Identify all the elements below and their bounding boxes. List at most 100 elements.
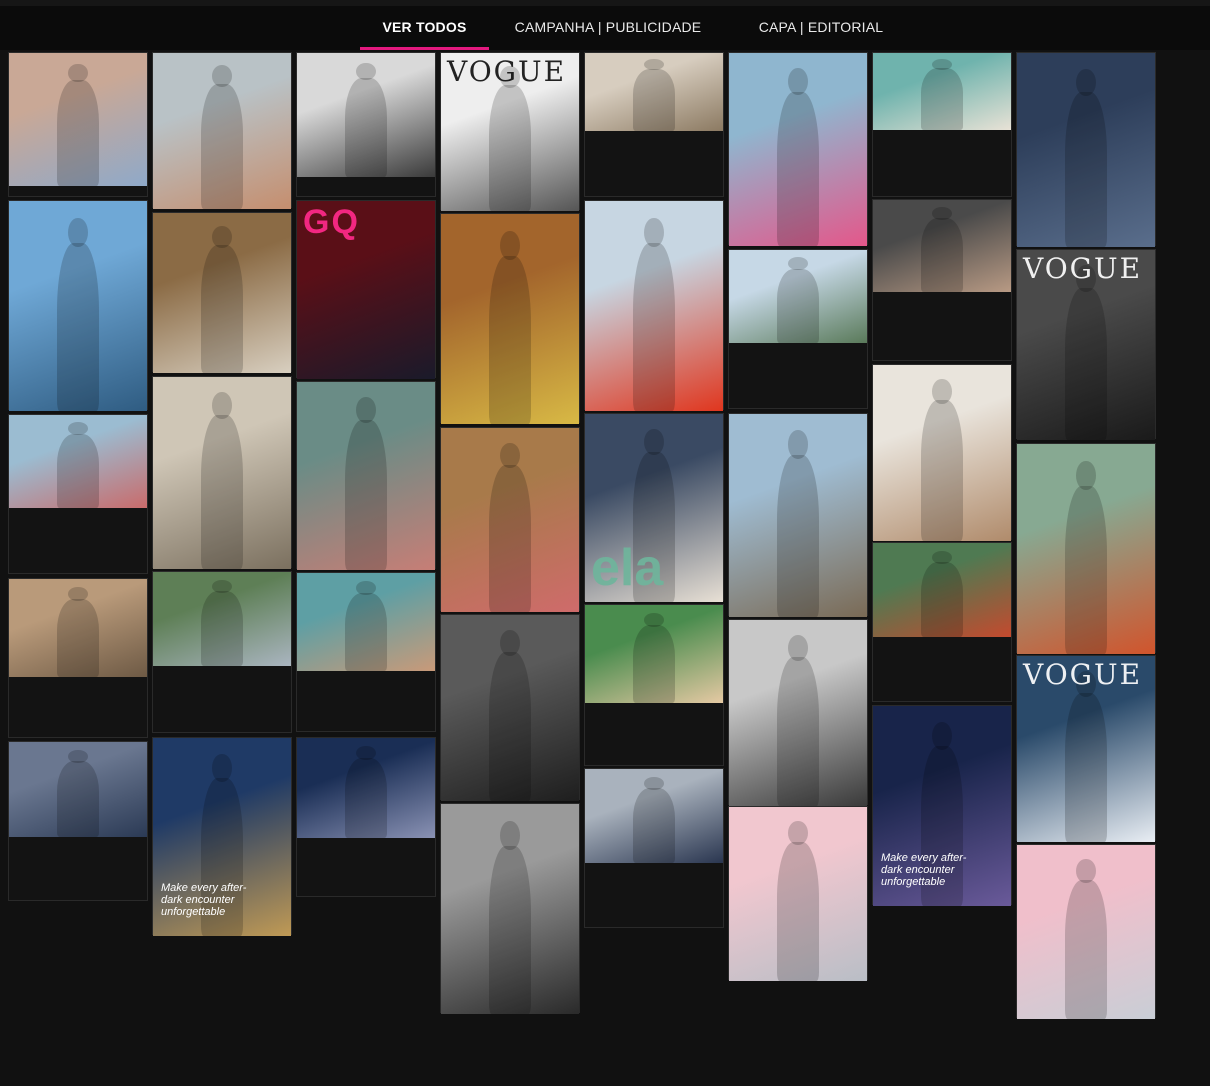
tab-ver-todos[interactable]: VER TODOS bbox=[360, 6, 489, 50]
photo-couple-swimwear-signs bbox=[441, 428, 579, 612]
photo-group-denim-campaign bbox=[9, 742, 147, 837]
portfolio-card[interactable] bbox=[584, 768, 724, 928]
photo-woman-leather-jacket-bw bbox=[441, 615, 579, 801]
model-figure-shape bbox=[633, 624, 675, 703]
photo-man-suit-fragrance-ad: Make every after-dark encounter unforget… bbox=[153, 738, 291, 936]
photo-woman-black-lingerie-lying bbox=[873, 200, 1011, 292]
photo-woman-red-dress-garden bbox=[1017, 444, 1155, 654]
portfolio-card[interactable] bbox=[728, 619, 868, 806]
portfolio-card[interactable] bbox=[296, 52, 436, 197]
portfolio-card[interactable] bbox=[440, 213, 580, 424]
portfolio-card[interactable] bbox=[872, 199, 1012, 361]
portfolio-card[interactable] bbox=[584, 52, 724, 197]
tab-campanha-publicidade[interactable]: CAMPANHA | PUBLICIDADE bbox=[508, 6, 708, 50]
portfolio-card[interactable] bbox=[152, 571, 292, 733]
photo-family-red-fashion bbox=[873, 543, 1011, 637]
model-figure-shape bbox=[57, 243, 99, 411]
model-figure-shape bbox=[201, 245, 243, 373]
model-figure-shape bbox=[777, 841, 819, 981]
portfolio-card[interactable] bbox=[728, 249, 868, 409]
model-figure-shape bbox=[489, 846, 531, 1014]
portfolio-card[interactable] bbox=[728, 413, 868, 617]
model-figure-shape bbox=[201, 84, 243, 209]
portfolio-card[interactable] bbox=[152, 212, 292, 373]
photo-woman-sunglasses-pool bbox=[297, 573, 435, 671]
photo-woman-white-dress-teal bbox=[873, 53, 1011, 130]
photo-woman-pink-bob-silver-jacket bbox=[1017, 845, 1155, 1019]
portfolio-card[interactable] bbox=[728, 52, 868, 246]
portfolio-card[interactable] bbox=[152, 376, 292, 569]
portfolio-card[interactable] bbox=[440, 803, 580, 1014]
portfolio-card[interactable] bbox=[584, 604, 724, 766]
photo-woman-straw-hat-shade bbox=[153, 213, 291, 373]
photo-couple-beach-swimwear bbox=[729, 414, 867, 617]
model-figure-shape bbox=[345, 758, 387, 838]
portfolio-card[interactable] bbox=[8, 741, 148, 901]
model-figure-shape bbox=[921, 218, 963, 292]
magazine-masthead: VOGUE bbox=[447, 55, 567, 88]
ad-tagline: Make every after-dark encounter unforget… bbox=[161, 882, 247, 918]
portfolio-card[interactable] bbox=[296, 737, 436, 897]
portfolio-card[interactable] bbox=[1016, 844, 1156, 1019]
magazine-masthead: ela bbox=[591, 539, 664, 597]
photo-woman-red-hair-handbag bbox=[153, 53, 291, 209]
model-figure-shape bbox=[57, 761, 99, 837]
model-figure-shape bbox=[777, 91, 819, 246]
model-figure-shape bbox=[633, 68, 675, 131]
portfolio-card[interactable]: GQ bbox=[296, 200, 436, 379]
portfolio-card[interactable] bbox=[152, 52, 292, 209]
photo-fragrance-bottle-denim bbox=[1017, 53, 1155, 247]
model-figure-shape bbox=[489, 84, 531, 211]
photo-woman-striped-bikini bbox=[873, 365, 1011, 541]
portfolio-card[interactable] bbox=[8, 414, 148, 574]
portfolio-card[interactable] bbox=[872, 364, 1012, 541]
model-figure-shape bbox=[489, 256, 531, 424]
photo-woman-pink-surfboard bbox=[729, 53, 867, 246]
portfolio-card[interactable] bbox=[440, 614, 580, 801]
photo-woman-yoga-mountains bbox=[729, 250, 867, 343]
photo-man-blue-suit-fragrance-ad: Make every after-dark encounter unforget… bbox=[873, 706, 1011, 906]
photo-woman-yellow-dress-hut bbox=[441, 214, 579, 424]
model-figure-shape bbox=[633, 787, 675, 863]
model-figure-shape bbox=[777, 657, 819, 806]
portfolio-card[interactable] bbox=[8, 52, 148, 197]
tab-ver-todos-label: VER TODOS bbox=[382, 19, 467, 35]
model-figure-shape bbox=[1065, 693, 1107, 842]
portfolio-card[interactable] bbox=[872, 542, 1012, 702]
photo-woman-white-blazer-bw bbox=[729, 620, 867, 806]
photo-man-shirtless-beach bbox=[9, 201, 147, 411]
model-figure-shape bbox=[777, 454, 819, 617]
model-figure-shape bbox=[345, 592, 387, 671]
photo-woman-swimsuit-lounge bbox=[9, 579, 147, 677]
model-figure-shape bbox=[921, 68, 963, 130]
model-figure-shape bbox=[57, 79, 99, 186]
photo-vogue-vozes-do-rio-cover: VOGUE bbox=[1017, 250, 1155, 440]
portfolio-card[interactable] bbox=[584, 200, 724, 411]
photo-couple-denim-stadium bbox=[585, 769, 723, 863]
model-figure-shape bbox=[345, 77, 387, 177]
portfolio-card[interactable]: VOGUE bbox=[1016, 249, 1156, 440]
portfolio-card[interactable]: VOGUE bbox=[1016, 655, 1156, 842]
tab-capa-editorial[interactable]: CAPA | EDITORIAL bbox=[740, 6, 902, 50]
portfolio-card[interactable] bbox=[872, 52, 1012, 197]
model-figure-shape bbox=[201, 590, 243, 666]
portfolio-card[interactable]: Make every after-dark encounter unforget… bbox=[872, 705, 1012, 906]
tab-capa-label: CAPA | EDITORIAL bbox=[758, 19, 884, 35]
photo-woman-white-robe-window bbox=[153, 377, 291, 569]
portfolio-card[interactable] bbox=[440, 427, 580, 612]
portfolio-card[interactable] bbox=[1016, 52, 1156, 247]
portfolio-card[interactable]: ela bbox=[584, 413, 724, 602]
model-figure-shape bbox=[489, 464, 531, 612]
portfolio-card[interactable] bbox=[8, 200, 148, 411]
portfolio-card[interactable]: VOGUE bbox=[440, 52, 580, 211]
portfolio-card[interactable]: Make every after-dark encounter unforget… bbox=[152, 737, 292, 936]
model-figure-shape bbox=[1065, 486, 1107, 654]
photo-man-surfboard-bw bbox=[297, 53, 435, 177]
portfolio-card[interactable] bbox=[1016, 443, 1156, 654]
photo-ela-magazine-cover: ela bbox=[585, 414, 723, 602]
portfolio-card[interactable] bbox=[728, 806, 868, 981]
portfolio-card[interactable] bbox=[296, 572, 436, 732]
portfolio-card[interactable] bbox=[8, 578, 148, 738]
photo-vogue-e-campea-cover: VOGUE bbox=[1017, 656, 1155, 842]
portfolio-card[interactable] bbox=[296, 381, 436, 570]
